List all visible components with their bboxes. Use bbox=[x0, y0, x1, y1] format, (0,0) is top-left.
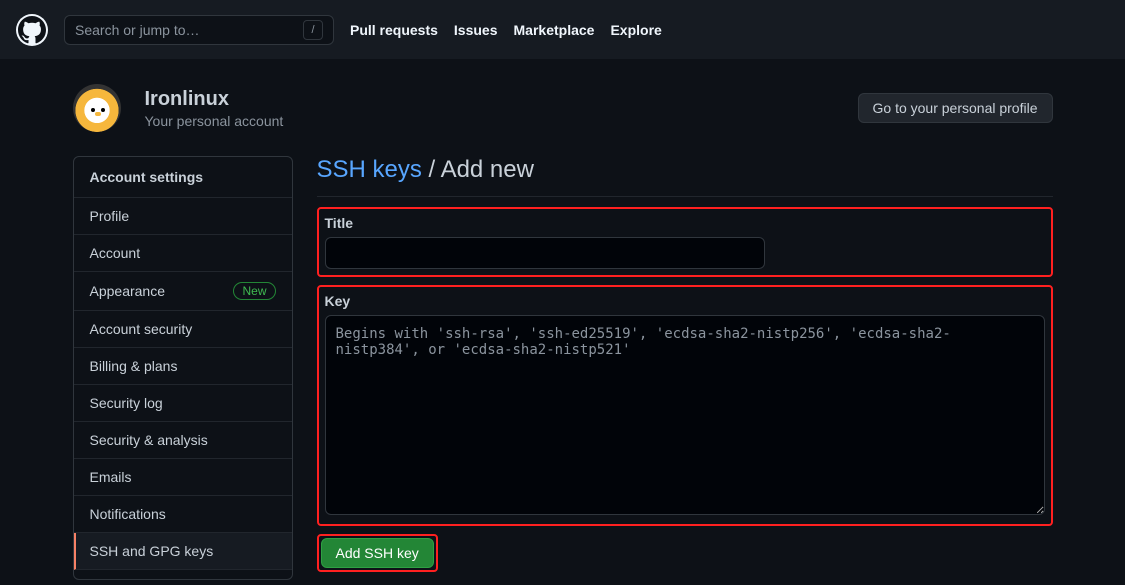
submit-highlight: Add SSH key bbox=[317, 534, 438, 572]
title-separator: / bbox=[422, 156, 441, 183]
sidebar-item-label: Billing & plans bbox=[90, 358, 178, 374]
sidebar-item-ssh-gpg-keys[interactable]: SSH and GPG keys bbox=[74, 533, 292, 570]
personal-profile-button[interactable]: Go to your personal profile bbox=[858, 93, 1053, 123]
sidebar-item-billing[interactable]: Billing & plans bbox=[74, 348, 292, 385]
divider bbox=[317, 196, 1053, 197]
sidebar-header: Account settings bbox=[74, 157, 292, 198]
sidebar-item-account-security[interactable]: Account security bbox=[74, 311, 292, 348]
search-placeholder: Search or jump to… bbox=[75, 22, 303, 38]
sidebar-item-appearance[interactable]: Appearance New bbox=[74, 272, 292, 311]
nav-links: Pull requests Issues Marketplace Explore bbox=[350, 22, 662, 38]
search-input[interactable]: Search or jump to… / bbox=[64, 15, 334, 45]
sidebar-item-account[interactable]: Account bbox=[74, 235, 292, 272]
sidebar-item-label: Appearance bbox=[90, 283, 166, 299]
sidebar-item-label: Account security bbox=[90, 321, 193, 337]
key-textarea[interactable] bbox=[325, 315, 1045, 515]
new-badge: New bbox=[233, 282, 275, 300]
key-label: Key bbox=[325, 293, 1045, 309]
sidebar-item-label: Notifications bbox=[90, 506, 166, 522]
avatar[interactable] bbox=[73, 84, 121, 132]
nav-explore[interactable]: Explore bbox=[610, 22, 661, 38]
sidebar-item-label: Emails bbox=[90, 469, 132, 485]
settings-sidebar: Account settings Profile Account Appeara… bbox=[73, 156, 293, 580]
main-content: SSH keys / Add new Title Key Add SSH key bbox=[317, 156, 1053, 580]
ssh-keys-link[interactable]: SSH keys bbox=[317, 156, 422, 183]
title-input[interactable] bbox=[325, 237, 765, 269]
sidebar-item-label: Security & analysis bbox=[90, 432, 208, 448]
sidebar-item-security-analysis[interactable]: Security & analysis bbox=[74, 422, 292, 459]
nav-issues[interactable]: Issues bbox=[454, 22, 498, 38]
add-ssh-key-button[interactable]: Add SSH key bbox=[321, 538, 434, 568]
github-icon bbox=[18, 16, 46, 44]
nav-pull-requests[interactable]: Pull requests bbox=[350, 22, 438, 38]
title-label: Title bbox=[325, 215, 1045, 231]
username: Ironlinux bbox=[145, 88, 284, 111]
title-rest: Add new bbox=[441, 156, 534, 183]
page-title: SSH keys / Add new bbox=[317, 156, 1053, 184]
title-field-group: Title bbox=[317, 207, 1053, 277]
account-subtitle: Your personal account bbox=[145, 113, 284, 129]
sidebar-item-security-log[interactable]: Security log bbox=[74, 385, 292, 422]
github-logo[interactable] bbox=[16, 14, 48, 46]
sidebar-item-emails[interactable]: Emails bbox=[74, 459, 292, 496]
top-nav: Search or jump to… / Pull requests Issue… bbox=[0, 0, 1125, 60]
nav-marketplace[interactable]: Marketplace bbox=[514, 22, 595, 38]
sidebar-item-label: Account bbox=[90, 245, 141, 261]
sidebar-item-profile[interactable]: Profile bbox=[74, 198, 292, 235]
key-field-group: Key bbox=[317, 285, 1053, 526]
sidebar-item-label: SSH and GPG keys bbox=[90, 543, 214, 559]
sidebar-item-label: Profile bbox=[90, 208, 130, 224]
profile-header: Ironlinux Your personal account Go to yo… bbox=[73, 84, 1053, 132]
slash-shortcut-icon: / bbox=[303, 20, 323, 40]
sidebar-item-notifications[interactable]: Notifications bbox=[74, 496, 292, 533]
sidebar-item-label: Security log bbox=[90, 395, 163, 411]
